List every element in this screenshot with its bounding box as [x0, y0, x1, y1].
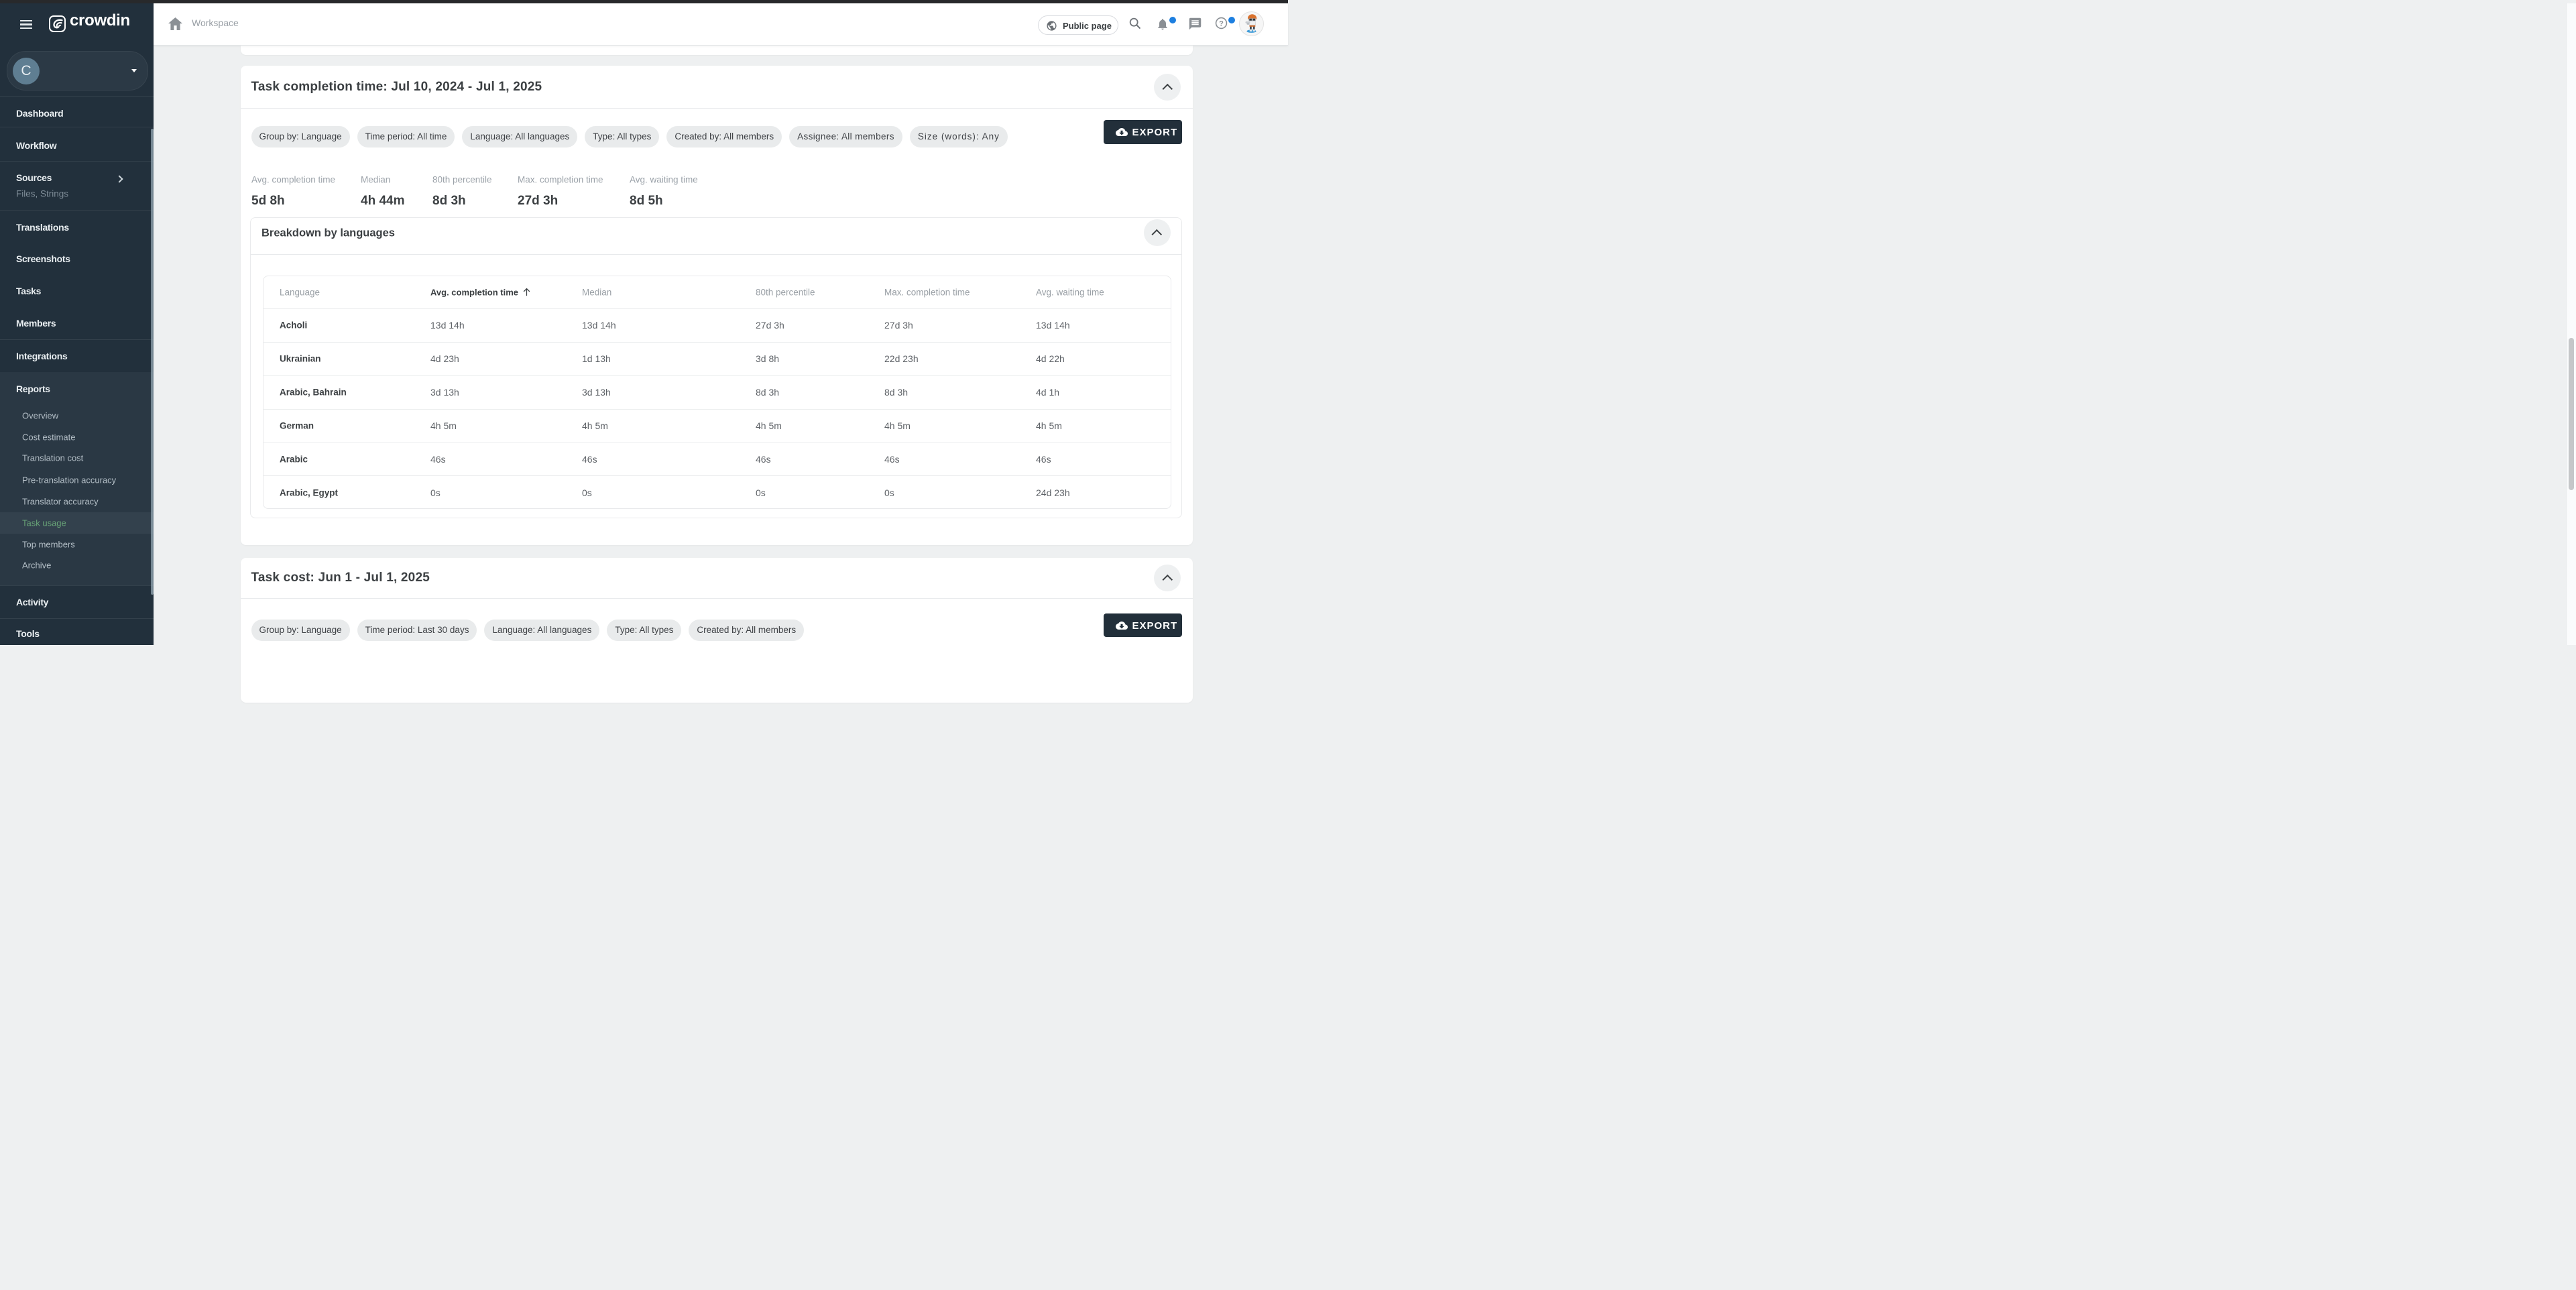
svg-text:?: ? [1219, 19, 1224, 27]
